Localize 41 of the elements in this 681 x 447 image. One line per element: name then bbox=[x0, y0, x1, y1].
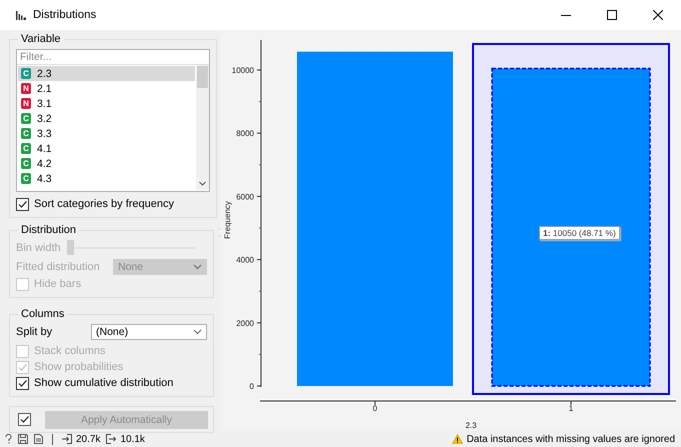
split-by-label: Split by bbox=[16, 326, 52, 338]
type-badge: C bbox=[21, 68, 31, 79]
y-tick-label: 0 bbox=[250, 382, 255, 391]
y-tick: 8000 bbox=[236, 129, 262, 138]
y-tick-label: 10000 bbox=[232, 66, 255, 76]
x-tick-label: 1 bbox=[568, 404, 574, 413]
y-tick: 0 bbox=[250, 382, 262, 391]
input-count: 20.7k bbox=[76, 434, 100, 444]
type-badge: N bbox=[21, 83, 31, 94]
type-badge: C bbox=[21, 158, 31, 169]
type-badge: C bbox=[21, 128, 31, 139]
window-title: Distributions bbox=[33, 9, 96, 21]
checkbox-label: Stack columns bbox=[34, 345, 106, 357]
type-badge: C bbox=[21, 173, 31, 184]
x-tick: 0 bbox=[372, 400, 378, 413]
y-tick: 6000 bbox=[236, 192, 262, 202]
fitted-distribution-label: Fitted distribution bbox=[16, 260, 100, 272]
y-tick: 4000 bbox=[236, 256, 262, 265]
type-badge: N bbox=[21, 98, 31, 109]
group-title: Variable bbox=[20, 33, 62, 45]
tooltip: 1: 10050 (48.71 %) bbox=[539, 226, 620, 240]
group-title: Columns bbox=[20, 308, 66, 320]
bin-width-label: Bin width bbox=[16, 242, 61, 254]
output-count: 10.1k bbox=[120, 434, 145, 444]
checkbox-label: Hide bars bbox=[34, 278, 82, 290]
y-tick-label: 6000 bbox=[236, 192, 255, 202]
y-tick: 10000 bbox=[232, 66, 262, 76]
type-badge: C bbox=[21, 143, 31, 154]
checkbox-label: Show cumulative distribution bbox=[34, 377, 174, 389]
x-tick: 1 bbox=[568, 400, 574, 413]
x-axis-label: 2.3 bbox=[465, 421, 477, 430]
group-title: Distribution bbox=[20, 224, 78, 236]
y-axis-label: Frequency bbox=[223, 201, 232, 239]
y-tick-label: 2000 bbox=[236, 318, 255, 328]
y-tick: 2000 bbox=[236, 318, 262, 328]
checkbox-label: Show probabilities bbox=[34, 361, 124, 373]
y-tick-label: 4000 bbox=[236, 256, 255, 265]
checkbox-label: Sort categories by frequency bbox=[34, 198, 174, 210]
y-tick-label: 8000 bbox=[236, 129, 255, 138]
warning-message: Data instances with missing values are ignored bbox=[466, 434, 675, 444]
type-badge: C bbox=[21, 113, 31, 124]
